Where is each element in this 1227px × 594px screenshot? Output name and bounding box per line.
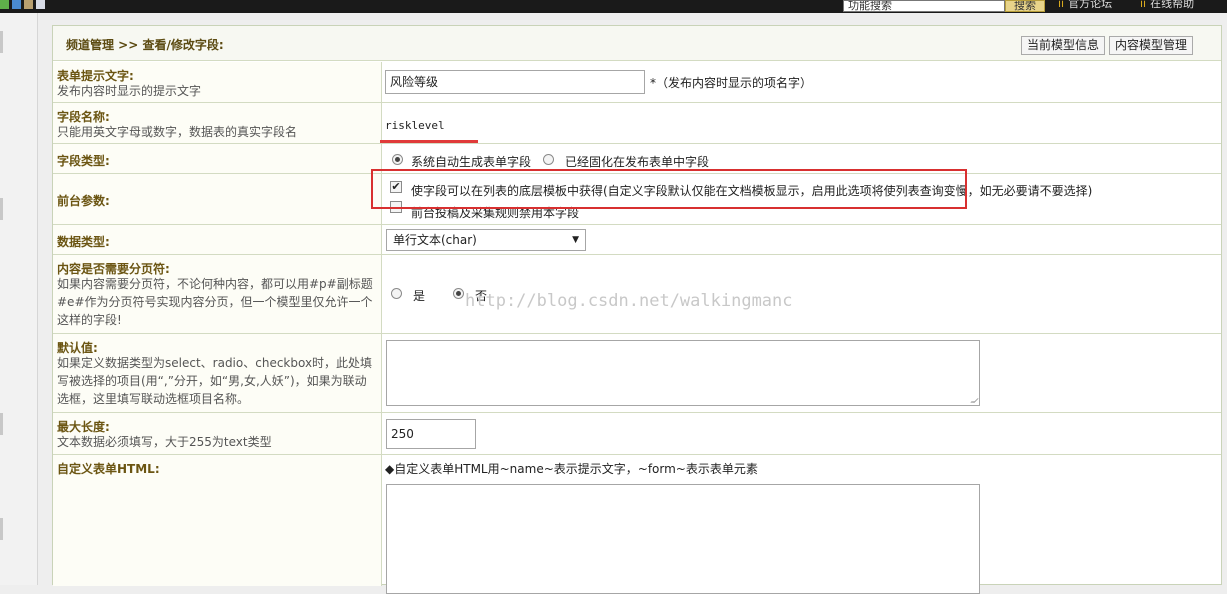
pagination-radio-no[interactable] (453, 288, 464, 299)
form-prompt-hint: *（发布内容时显示的项名字） (650, 76, 813, 90)
row-label: 默认值: 如果定义数据类型为select、radio、checkbox时，此处填… (53, 334, 382, 412)
frontend-title: 前台参数: (57, 194, 110, 208)
app-icon-blue (12, 0, 21, 9)
row-label: 数据类型: (53, 225, 382, 254)
top-search-input[interactable]: 功能搜索 (843, 0, 1005, 12)
sidebar-tab[interactable] (0, 413, 3, 435)
form-prompt-desc: 发布内容时显示的提示文字 (57, 84, 202, 98)
max-length-input[interactable]: 250 (386, 419, 476, 449)
row-custom-html: 自定义表单HTML: ◆自定义表单HTML用~name~表示提示文字，~form… (53, 455, 1221, 594)
row-max-length: 最大长度: 文本数据必须填写，大于255为text类型 250 (53, 413, 1221, 455)
row-label: 字段名称: 只能用英文字母或数字，数据表的真实字段名 (53, 103, 382, 143)
field-type-option-fixed: 已经固化在发布表单中字段 (565, 155, 710, 169)
highlight-box (371, 169, 967, 209)
row-data-type: 数据类型: 单行文本(char) ▼ (53, 225, 1221, 255)
model-manage-button[interactable]: 内容模型管理 (1109, 36, 1194, 55)
custom-html-hint: ◆自定义表单HTML用~name~表示提示文字，~form~表示表单元素 (385, 462, 758, 476)
help-link[interactable]: ii 在线帮助 (1140, 0, 1194, 12)
data-type-title: 数据类型: (57, 235, 110, 249)
row-label: 表单提示文字: 发布内容时显示的提示文字 (53, 62, 382, 102)
forum-icon: ii (1058, 0, 1065, 10)
help-icon: ii (1140, 0, 1147, 10)
resize-grip-icon[interactable] (970, 398, 979, 403)
top-toolbar: 功能搜索 搜索 ii 官方论坛 ii 在线帮助 (0, 0, 1227, 13)
form-prompt-input[interactable]: 风险等级 (385, 70, 645, 94)
default-value-desc: 如果定义数据类型为select、radio、checkbox时，此处填写被选择的… (57, 356, 373, 406)
left-sidebar-strip (0, 13, 38, 585)
row-label: 自定义表单HTML: (53, 455, 382, 586)
default-value-textarea[interactable] (386, 340, 980, 406)
panel-header: 频道管理 >> 查看/修改字段: 当前模型信息 内容模型管理 (53, 26, 1221, 61)
max-length-desc: 文本数据必须填写，大于255为text类型 (57, 435, 272, 449)
sidebar-tab[interactable] (0, 31, 3, 53)
chevron-down-icon: ▼ (572, 235, 579, 245)
data-type-selected: 单行文本(char) (393, 233, 477, 247)
highlight-underline (380, 140, 478, 143)
field-type-option-auto: 系统自动生成表单字段 (411, 155, 532, 169)
field-name-value: risklevel (385, 119, 445, 132)
row-default-value: 默认值: 如果定义数据类型为select、radio、checkbox时，此处填… (53, 334, 1221, 413)
pagination-radio-yes[interactable] (391, 288, 402, 299)
custom-html-title: 自定义表单HTML: (57, 462, 160, 476)
row-label: 字段类型: (53, 144, 382, 173)
model-info-button[interactable]: 当前模型信息 (1021, 36, 1106, 55)
row-form-prompt: 表单提示文字: 发布内容时显示的提示文字 风险等级 *（发布内容时显示的项名字） (53, 62, 1221, 103)
field-type-radio-auto[interactable] (392, 154, 403, 165)
sidebar-tab[interactable] (0, 198, 3, 220)
pagination-option-yes: 是 (413, 289, 426, 303)
row-label: 内容是否需要分页符: 如果内容需要分页符，不论何种内容，都可以用#p#副标题#e… (53, 255, 382, 333)
forum-link-label: 官方论坛 (1068, 0, 1113, 10)
row-field-name: 字段名称: 只能用英文字母或数字，数据表的真实字段名 risklevel (53, 103, 1221, 144)
row-label: 最大长度: 文本数据必须填写，大于255为text类型 (53, 413, 382, 454)
app-icon-light (36, 0, 45, 9)
field-type-radio-fixed[interactable] (543, 154, 554, 165)
help-link-label: 在线帮助 (1150, 0, 1195, 10)
app-icon-tan (24, 0, 33, 9)
pagination-desc: 如果内容需要分页符，不论何种内容，都可以用#p#副标题#e#作为分页符号实现内容… (57, 277, 373, 327)
app-icon-green (0, 0, 9, 9)
watermark: http://blog.csdn.net/walkingmanc (465, 291, 793, 311)
field-type-title: 字段类型: (57, 154, 110, 168)
field-name-desc: 只能用英文字母或数字，数据表的真实字段名 (57, 125, 298, 139)
row-label: 前台参数: (53, 174, 382, 224)
top-search-button[interactable]: 搜索 (1005, 0, 1045, 12)
data-type-select[interactable]: 单行文本(char) ▼ (386, 229, 586, 251)
sidebar-tab[interactable] (0, 518, 3, 540)
forum-link[interactable]: ii 官方论坛 (1058, 0, 1112, 12)
custom-html-textarea[interactable] (386, 484, 980, 594)
breadcrumb: 频道管理 >> 查看/修改字段: (66, 38, 224, 52)
